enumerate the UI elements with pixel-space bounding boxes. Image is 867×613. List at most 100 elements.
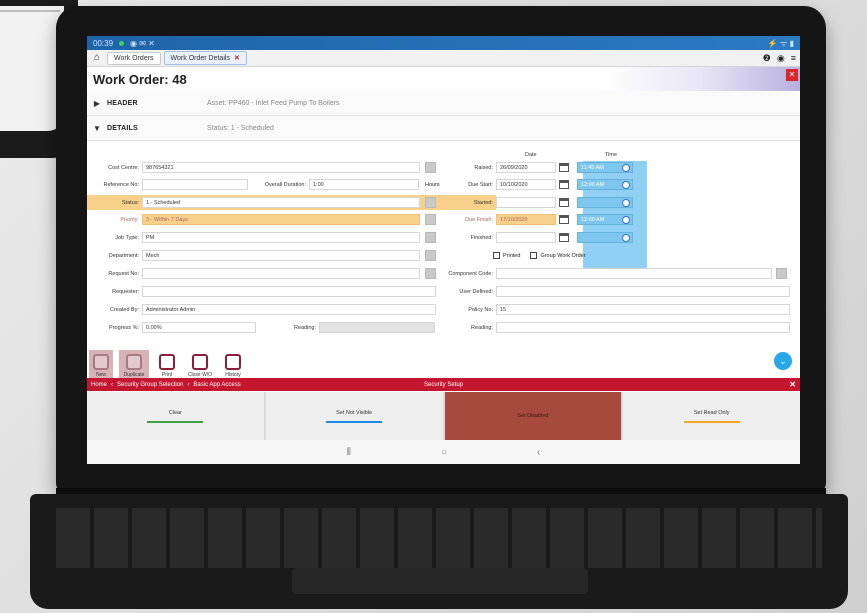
overall-duration-field[interactable]: 1:00 [309,179,419,190]
details-form: Date Time Cost Centre: 987654321 Referen… [87,141,800,353]
close-icon[interactable]: ✕ [786,69,798,81]
status-system-icons: ⚡ ᯤ ▮ [767,38,794,48]
set-read-only-button[interactable]: Set Read Only [623,392,800,440]
tab-label: Work Order Details [170,54,230,62]
job-type-field[interactable]: PM [142,232,420,243]
due-start-date-field[interactable]: 10/10/2020 [496,179,556,190]
created-by-field[interactable]: Administrator Admin [142,304,436,315]
status-field[interactable]: 1 - Scheduled [142,197,420,208]
cost-centre-lookup-button[interactable] [425,162,436,173]
print-icon [159,354,175,370]
reading-right-label: Reading: [470,324,493,331]
date-column-header: Date [525,152,537,158]
print-button[interactable]: Print [155,350,179,378]
reference-no-label: Reference No: [103,181,139,188]
due-finish-date-field[interactable]: 17/10/2020 [496,214,556,225]
section-details[interactable]: ▼ DETAILS Status: 1 - Scheduled [87,116,800,141]
priority-lookup-button[interactable] [425,214,436,225]
tab-work-order-details[interactable]: Work Order Details ✕ [163,51,247,65]
finished-date-field[interactable] [496,232,556,243]
security-actions: Clear Set Not Visible Set Disabled Set R… [87,392,800,440]
title-bar: Work Order: 48 ✕ [87,67,800,91]
close-wo-icon [192,354,208,370]
android-status-bar: 00:39 ◉ ✉ ✕ ⚡ ᯤ ▮ [87,36,800,50]
due-start-time-field[interactable]: 12:00 AM [577,179,633,190]
back-icon[interactable]: ‹ [537,447,540,458]
component-code-field[interactable] [496,268,772,279]
started-date-field[interactable] [496,197,556,208]
help-icon[interactable]: ❷ [763,53,771,64]
time-value: 11:45 AM [581,164,604,171]
clock-icon[interactable] [622,199,630,207]
raised-time-field[interactable]: 11:45 AM [577,162,633,173]
home-icon[interactable]: ⌂ [91,52,103,64]
requester-field[interactable] [142,286,436,297]
calendar-icon[interactable] [559,163,569,172]
clear-button[interactable]: Clear [87,392,264,440]
finished-time-field[interactable] [577,232,633,243]
menu-icon[interactable]: ≡ [791,53,796,64]
clock-icon[interactable] [622,164,630,172]
calendar-icon[interactable] [559,215,569,224]
set-not-visible-button[interactable]: Set Not Visible [265,392,443,440]
clock-icon[interactable] [622,181,630,189]
recent-apps-icon[interactable]: ⦀ [347,447,351,458]
group-work-order-checkbox[interactable] [530,252,538,259]
request-no-label: Request No: [108,270,139,277]
keyboard-keys [56,508,822,568]
component-code-lookup-button[interactable] [776,268,787,279]
phone-screen [0,6,64,131]
clock-icon[interactable] [622,234,630,242]
cost-centre-field[interactable]: 987654321 [142,162,420,173]
tab-bar: ⌂ Work Orders Work Order Details ✕ ❷ ◉ ≡ [87,50,800,67]
policy-no-field[interactable]: 15 [496,304,790,315]
orange-underline [683,420,740,423]
section-info: Asset: PP460 - Inlet Feed Pump To Boiler… [207,99,340,107]
progress-field[interactable]: 0.00% [142,322,256,333]
due-finish-label: Due Finish: [465,216,493,223]
job-type-lookup-button[interactable] [425,232,436,243]
request-no-lookup-button[interactable] [425,268,436,279]
cost-centre-label: Cost Centre: [108,164,139,171]
duplicate-button[interactable]: Duplicate [119,350,149,378]
new-icon [93,354,109,370]
set-disabled-button[interactable]: Set Disabled [444,392,622,440]
calendar-icon[interactable] [559,233,569,242]
section-header[interactable]: ▶ HEADER Asset: PP460 - Inlet Feed Pump … [87,91,800,116]
department-lookup-button[interactable] [425,250,436,261]
reading-right-field[interactable] [496,322,790,333]
phone-screen-line [0,10,60,12]
chevron-down-fab-icon[interactable]: ⌄ [774,352,792,370]
account-icon[interactable]: ◉ [777,53,785,64]
reading-label: Reading: [293,324,316,331]
tab-label: Work Orders [114,54,154,62]
requester-label: Requester: [112,288,139,295]
time-column-header: Time [605,152,618,158]
calendar-icon[interactable] [559,198,569,207]
time-value: 12:00 AM [581,216,605,223]
reference-no-field[interactable] [142,179,248,190]
reading-field[interactable] [319,322,435,333]
due-finish-time-field[interactable]: 12:00 AM [577,214,633,225]
tab-work-orders[interactable]: Work Orders [107,51,161,65]
calendar-icon[interactable] [559,180,569,189]
started-time-field[interactable] [577,197,633,208]
user-defined-field[interactable] [496,286,790,297]
history-button[interactable]: History [221,350,245,378]
progress-label: Progress %: [109,324,139,331]
tab-close-icon[interactable]: ✕ [234,54,240,62]
clock-icon[interactable] [622,216,630,224]
request-no-field[interactable] [142,268,420,279]
close-wo-button[interactable]: Close W/O [185,350,215,378]
new-button[interactable]: New [89,350,113,378]
status-lookup-button[interactable] [425,197,436,208]
section-name: DETAILS [107,124,138,132]
priority-field[interactable]: 3 - Within 7 Days [142,214,420,225]
printed-checkbox[interactable] [493,252,500,259]
component-code-label: Component Code: [448,270,493,277]
raised-date-field[interactable]: 26/09/2020 [496,162,556,173]
overall-duration-label: Overall Duration: [264,181,306,188]
home-nav-icon[interactable]: ○ [441,447,447,458]
department-field[interactable]: Mech [142,250,420,261]
department-label: Department: [108,252,139,259]
